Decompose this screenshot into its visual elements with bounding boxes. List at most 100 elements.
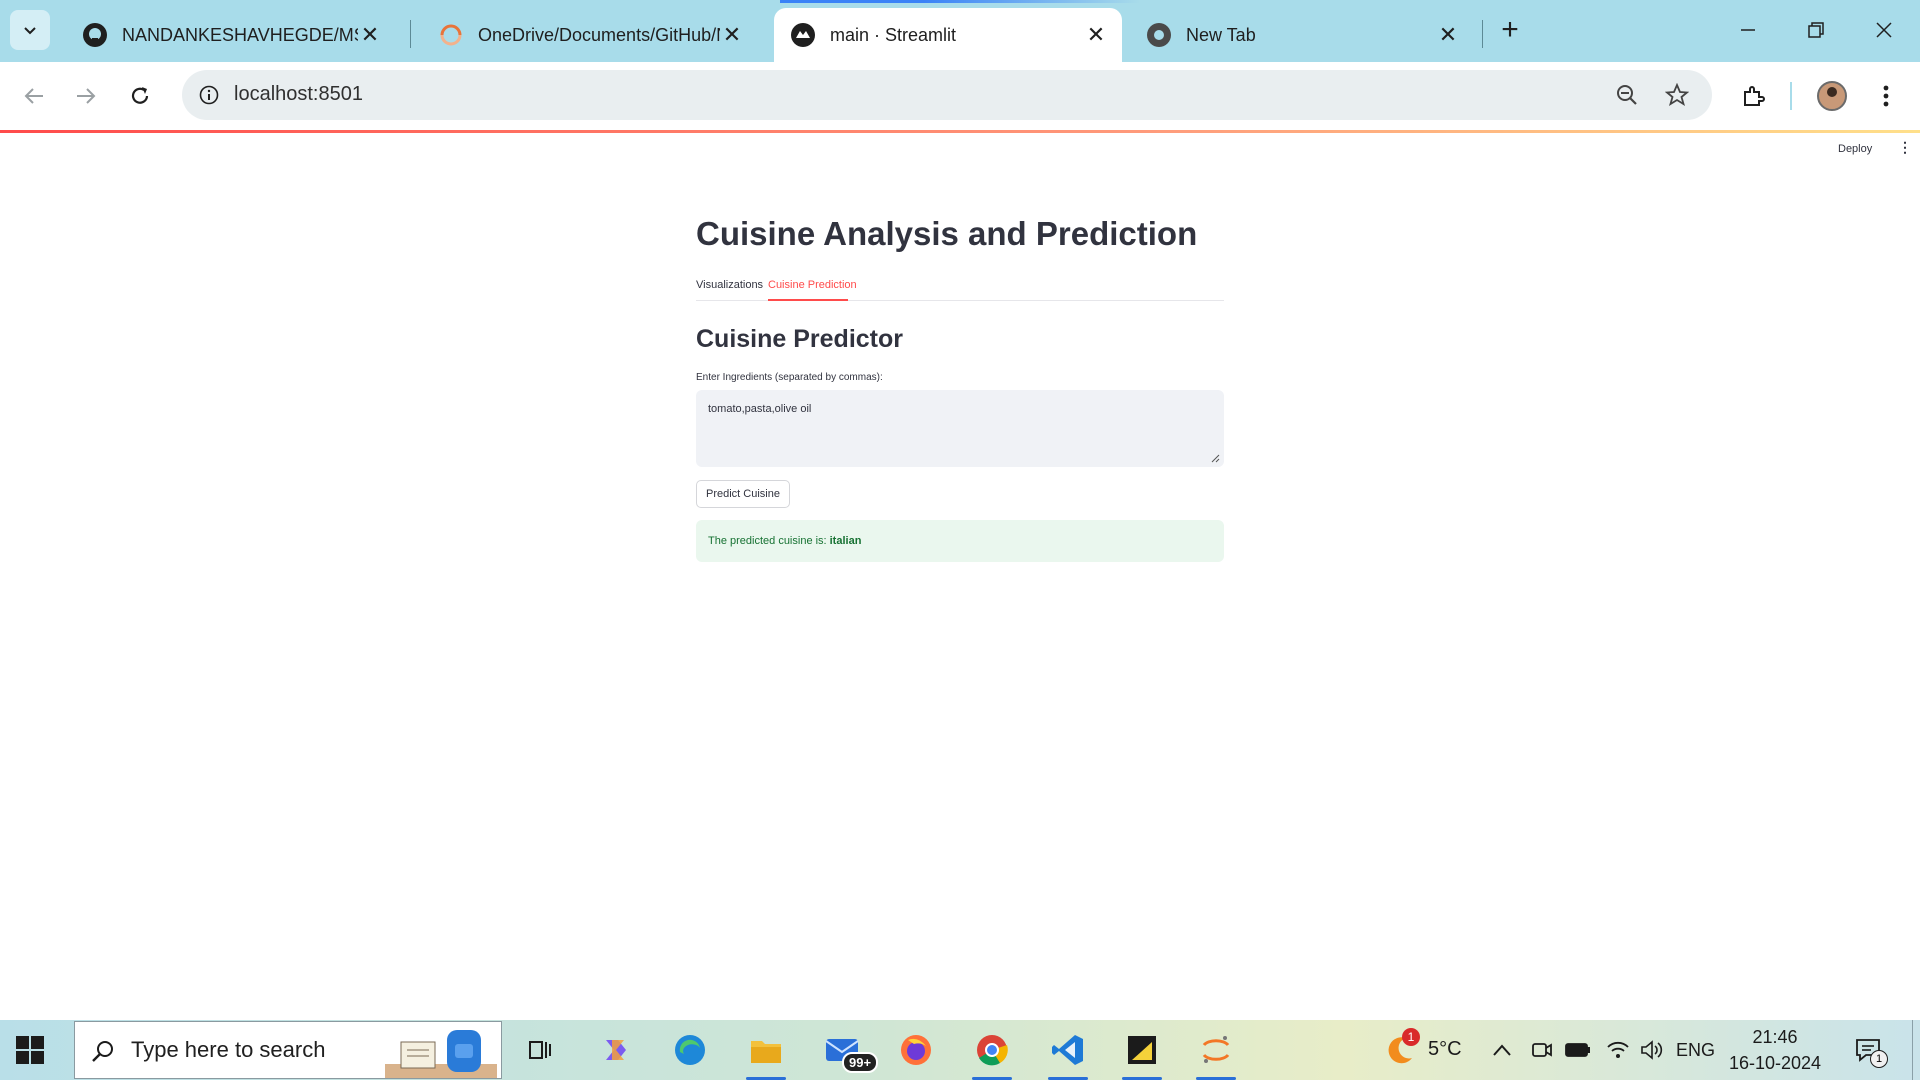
wifi-icon <box>1607 1041 1629 1058</box>
profile-button[interactable] <box>1812 76 1852 116</box>
forward-button[interactable] <box>66 76 106 116</box>
ingredients-textarea[interactable]: tomato,pasta,olive oil <box>696 390 1224 467</box>
restore-button[interactable] <box>1792 10 1840 50</box>
vscode-icon <box>1052 1035 1083 1065</box>
section-subheader: Cuisine Predictor <box>696 325 903 353</box>
network-button[interactable] <box>1600 1026 1636 1074</box>
github-icon <box>83 23 107 47</box>
firefox-icon <box>901 1035 931 1065</box>
clock[interactable]: 21:46 16-10-2024 <box>1720 1024 1830 1076</box>
reload-icon <box>131 87 149 104</box>
windows-logo-icon <box>16 1036 29 1049</box>
copilot-icon <box>606 1040 626 1060</box>
copilot-button[interactable] <box>590 1026 642 1074</box>
jupyter-icon <box>1202 1036 1230 1063</box>
meet-now-button[interactable] <box>1524 1026 1560 1074</box>
windows-logo-icon <box>16 1051 29 1064</box>
windows-logo-icon <box>31 1051 44 1064</box>
predict-cuisine-button[interactable]: Predict Cuisine <box>696 480 790 508</box>
main-menu-button[interactable]: ⋮ <box>1898 139 1912 156</box>
taskbar-search-box[interactable]: Type here to search <box>74 1021 502 1079</box>
page-title: Cuisine Analysis and Prediction <box>696 215 1198 252</box>
firefox-button[interactable] <box>890 1026 942 1074</box>
vscode-button[interactable] <box>1042 1026 1094 1080</box>
bookmark-button[interactable] <box>1662 80 1692 110</box>
sticky-notes-button[interactable] <box>1116 1026 1168 1080</box>
file-explorer-button[interactable] <box>740 1026 792 1080</box>
tab-streamlit[interactable]: main · Streamlit ✕ <box>774 8 1122 62</box>
zoom-button[interactable] <box>1612 80 1642 110</box>
jupyter-button[interactable] <box>1190 1026 1242 1080</box>
close-window-button[interactable] <box>1860 10 1908 50</box>
tab-onedrive[interactable]: OneDrive/Documents/GitHub/N ✕ <box>422 8 758 62</box>
arrow-right-icon <box>77 88 96 104</box>
clock-date: 16-10-2024 <box>1728 1053 1822 1073</box>
star-icon <box>1665 83 1689 106</box>
clock-time: 21:46 <box>1752 1027 1798 1047</box>
close-icon[interactable]: ✕ <box>1084 22 1108 47</box>
puzzle-icon <box>1744 86 1765 106</box>
tab-new-tab[interactable]: New Tab ✕ <box>1130 8 1474 62</box>
windows-logo-icon <box>31 1036 44 1049</box>
battery-icon <box>1565 1043 1590 1057</box>
resize-handle-icon[interactable] <box>1210 453 1220 463</box>
windows-taskbar: Type here to search 99+ 1 5°C ENG 21:46 … <box>0 1020 1920 1080</box>
tab-title: main · Streamlit <box>830 24 957 45</box>
temperature-text[interactable]: 5°C <box>1428 1038 1462 1061</box>
new-tab-button[interactable]: + <box>1494 13 1526 46</box>
battery-button[interactable] <box>1560 1026 1596 1074</box>
tab-cuisine-prediction[interactable]: Cuisine Prediction <box>768 279 857 291</box>
tab-title: New Tab <box>1186 24 1256 45</box>
loading-icon <box>440 24 462 46</box>
start-button[interactable] <box>16 1036 44 1064</box>
show-desktop-button[interactable] <box>1912 1020 1913 1080</box>
chevron-down-icon <box>24 27 36 35</box>
info-icon <box>199 85 219 105</box>
close-icon <box>1876 22 1892 38</box>
back-button[interactable] <box>14 76 54 116</box>
url-text: localhost:8501 <box>234 83 363 105</box>
close-icon[interactable]: ✕ <box>1436 22 1460 47</box>
ingredients-value: tomato,pasta,olive oil <box>708 403 812 415</box>
reload-button[interactable] <box>120 76 160 116</box>
notification-count: 1 <box>1870 1050 1888 1068</box>
address-bar[interactable]: localhost:8501 <box>182 70 1712 120</box>
toolbar-divider <box>1790 82 1792 110</box>
tab-github[interactable]: NANDANKESHAVHEGDE/MSU_ ✕ <box>66 8 396 62</box>
tab-search-button[interactable] <box>10 10 50 50</box>
search-highlight-illustration <box>385 1030 497 1078</box>
minimize-icon <box>1741 29 1755 31</box>
volume-button[interactable] <box>1634 1026 1670 1074</box>
mail-button[interactable]: 99+ <box>816 1026 879 1074</box>
chrome-button[interactable] <box>966 1026 1018 1080</box>
search-icon <box>92 1041 113 1062</box>
tab-visualizations[interactable]: Visualizations <box>696 279 763 291</box>
chrome-icon <box>977 1035 1008 1066</box>
result-value: italian <box>829 535 862 547</box>
minimize-button[interactable] <box>1724 10 1772 50</box>
streamlit-app: Deploy ⋮ Cuisine Analysis and Prediction… <box>0 133 1920 1019</box>
tab-separator <box>410 20 411 48</box>
arrow-left-icon <box>24 88 43 104</box>
weather-badge: 1 <box>1402 1028 1420 1046</box>
close-icon[interactable]: ✕ <box>358 22 382 47</box>
browser-menu-button[interactable] <box>1866 76 1906 116</box>
edge-button[interactable] <box>664 1026 716 1074</box>
close-icon[interactable]: ✕ <box>720 22 744 47</box>
mail-badge: 99+ <box>842 1052 879 1073</box>
streamlit-icon <box>791 23 815 47</box>
chrome-icon <box>1147 23 1171 47</box>
chevron-up-icon <box>1493 1044 1511 1056</box>
avatar <box>1817 81 1847 111</box>
weather-widget[interactable]: 1 <box>1374 1026 1426 1074</box>
deploy-button[interactable]: Deploy <box>1838 143 1872 155</box>
zoom-out-icon <box>1617 85 1637 105</box>
site-info-button[interactable] <box>192 78 226 112</box>
show-hidden-icons-button[interactable] <box>1484 1026 1520 1074</box>
extensions-button[interactable] <box>1733 76 1773 116</box>
browser-tab-strip: NANDANKESHAVHEGDE/MSU_ ✕ OneDrive/Docume… <box>0 0 1920 62</box>
notifications-button[interactable]: 1 <box>1846 1026 1890 1074</box>
task-view-button[interactable] <box>514 1026 566 1074</box>
language-indicator[interactable]: ENG <box>1676 1040 1715 1061</box>
tab-separator <box>1482 20 1483 48</box>
